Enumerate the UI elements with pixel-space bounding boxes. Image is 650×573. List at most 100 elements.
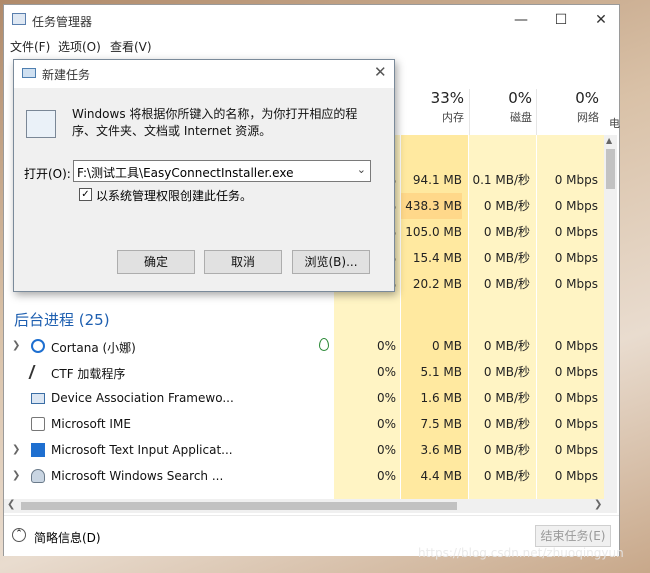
app-row-network: 0 Mbps (554, 277, 598, 291)
maximize-button[interactable]: ☐ (541, 5, 581, 35)
ok-button[interactable]: 确定 (117, 250, 195, 274)
task-manager-window: 任务管理器 — ☐ ✕ 文件(F) 选项(O) 查看(V) 33% 内存 0% … (3, 4, 620, 556)
process-name: CTF 加载程序 (51, 367, 126, 381)
process-disk: 0 MB/秒 (483, 391, 530, 405)
process-row[interactable]: ❯ Microsoft Text Input Applicat... (4, 437, 334, 463)
column-disk[interactable]: 0% 磁盘 (470, 89, 532, 125)
memory-percent: 33% (430, 89, 464, 107)
app-row-memory: 20.2 MB (412, 277, 462, 291)
process-cpu: 0% (376, 365, 396, 379)
menu-bar: 文件(F) 选项(O) 查看(V) (4, 35, 619, 57)
app-row-memory: 15.4 MB (412, 251, 462, 265)
process-memory: 3.6 MB (420, 443, 462, 457)
network-percent: 0% (575, 89, 599, 107)
scroll-up-icon[interactable]: ▲ (606, 136, 612, 145)
dialog-close-button[interactable]: ✕ (374, 63, 387, 81)
chevron-down-icon[interactable]: ⌄ (357, 163, 366, 176)
process-network: 0 Mbps (554, 365, 598, 379)
horizontal-scrollbar[interactable]: ❮ ❯ (4, 499, 617, 513)
admin-checkbox[interactable]: ✓ (79, 188, 92, 201)
app-row-disk: 0 MB/秒 (483, 225, 530, 239)
column-network[interactable]: 0% 网络 (537, 89, 599, 125)
process-cpu: 0% (376, 443, 396, 457)
menu-options[interactable]: 选项(O) (58, 38, 101, 55)
minimize-button[interactable]: — (501, 5, 541, 35)
process-memory: 0 MB (431, 339, 462, 353)
column-power-partial: 电 (609, 117, 620, 130)
process-network: 0 Mbps (554, 417, 598, 431)
process-disk: 0 MB/秒 (483, 443, 530, 457)
title-bar: 任务管理器 — ☐ ✕ (4, 5, 619, 35)
vertical-scroll-thumb[interactable] (606, 149, 615, 189)
menu-file[interactable]: 文件(F) (10, 38, 50, 55)
process-disk: 0 MB/秒 (483, 417, 530, 431)
process-disk: 0 MB/秒 (483, 365, 530, 379)
process-network: 0 Mbps (554, 469, 598, 483)
memory-label: 内存 (442, 111, 464, 124)
process-network: 0 Mbps (554, 391, 598, 405)
horizontal-scroll-thumb[interactable] (21, 502, 457, 510)
cancel-button[interactable]: 取消 (204, 250, 282, 274)
search-user-icon (31, 469, 45, 483)
process-row[interactable]: Device Association Framewo... (4, 385, 334, 411)
process-name: Cortana (小娜) (51, 341, 136, 355)
device-icon (31, 393, 45, 404)
process-row[interactable]: Microsoft IME (4, 411, 334, 437)
browse-button[interactable]: 浏览(B)... (292, 250, 370, 274)
window-title: 任务管理器 (32, 15, 93, 29)
process-row[interactable]: ❯ Cortana (小娜) (4, 333, 334, 359)
app-row-network: 0 Mbps (554, 225, 598, 239)
task-manager-icon (12, 13, 26, 25)
app-row-network: 0 Mbps (554, 199, 598, 213)
app-row-memory: 94.1 MB (412, 173, 462, 187)
chevron-right-icon[interactable]: ❯ (12, 470, 20, 481)
new-task-dialog: 新建任务 ✕ Windows 将根据你所键入的名称，为你打开相应的程序、文件夹、… (13, 59, 395, 292)
close-button[interactable]: ✕ (581, 5, 621, 35)
process-name: Microsoft Windows Search ... (51, 469, 224, 483)
chevron-right-icon[interactable]: ❯ (12, 444, 20, 455)
process-network: 0 Mbps (554, 443, 598, 457)
text-input-icon (31, 443, 45, 457)
open-label: 打开(O): (24, 167, 71, 181)
watermark-text: https://blog.csdn.net/zhuoqingyun (418, 546, 624, 560)
less-details-link[interactable]: 简略信息(D) (34, 529, 101, 546)
app-row-disk: 0.1 MB/秒 (472, 173, 530, 187)
process-row[interactable]: CTF 加载程序 (4, 359, 334, 385)
run-icon (22, 68, 36, 78)
process-cpu: 0% (376, 469, 396, 483)
process-cpu: 0% (376, 339, 396, 353)
disk-label: 磁盘 (510, 111, 532, 124)
dialog-title-bar: 新建任务 ✕ (14, 60, 394, 88)
app-row-disk: 0 MB/秒 (483, 277, 530, 291)
process-name: Microsoft Text Input Applicat... (51, 443, 233, 457)
cortana-icon (31, 339, 45, 353)
process-cpu: 0% (376, 391, 396, 405)
process-memory: 7.5 MB (420, 417, 462, 431)
process-row[interactable]: ❯ Microsoft Windows Search ... (4, 463, 334, 489)
end-task-button[interactable]: 结束任务(E) (535, 525, 611, 547)
process-disk: 0 MB/秒 (483, 469, 530, 483)
disk-percent: 0% (508, 89, 532, 107)
app-row-disk: 0 MB/秒 (483, 199, 530, 213)
chevron-up-circle-icon[interactable]: ⌃ (12, 528, 26, 542)
dialog-description: Windows 将根据你所键入的名称，为你打开相应的程序、文件夹、文档或 Int… (72, 107, 358, 138)
open-combobox[interactable]: F:\测试工具\EasyConnectInstaller.exe ⌄ (73, 160, 371, 182)
scroll-right-icon[interactable]: ❯ (594, 499, 602, 510)
column-memory[interactable]: 33% 内存 (402, 89, 464, 125)
scroll-left-icon[interactable]: ❮ (7, 499, 15, 510)
process-name: Device Association Framewo... (51, 391, 234, 405)
network-label: 网络 (577, 111, 599, 124)
open-input-value[interactable]: F:\测试工具\EasyConnectInstaller.exe (77, 164, 293, 181)
ctf-icon (28, 365, 48, 379)
process-network: 0 Mbps (554, 339, 598, 353)
menu-view[interactable]: 查看(V) (110, 38, 152, 55)
chevron-right-icon[interactable]: ❯ (12, 340, 20, 351)
ime-icon (31, 417, 45, 431)
app-row-network: 0 Mbps (554, 251, 598, 265)
process-memory: 1.6 MB (420, 391, 462, 405)
process-memory: 4.4 MB (420, 469, 462, 483)
leaf-icon (319, 338, 329, 351)
vertical-scrollbar[interactable]: ▲ (604, 135, 617, 499)
process-disk: 0 MB/秒 (483, 339, 530, 353)
program-icon (26, 110, 56, 138)
